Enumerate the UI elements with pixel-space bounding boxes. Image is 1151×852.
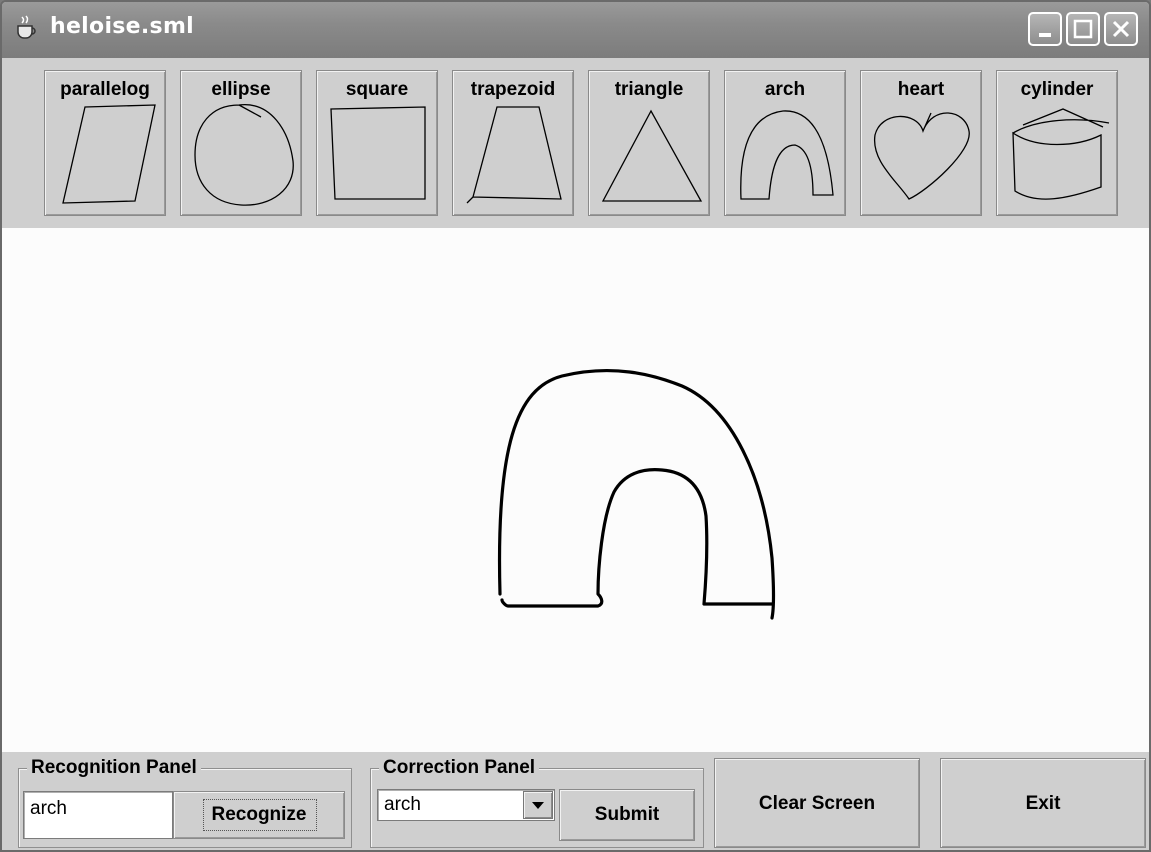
parallelogram-shape-icon [62, 104, 156, 204]
template-toolbar: parallelog ellipse square trapezoid tria… [2, 58, 1149, 228]
chevron-down-icon [532, 802, 544, 809]
template-trapezoid-button[interactable]: trapezoid [452, 70, 574, 216]
clear-screen-label: Clear Screen [758, 793, 876, 814]
app-window: heloise.sml parallelog ellipse square tr… [0, 0, 1151, 852]
close-button[interactable] [1104, 12, 1138, 46]
template-cylinder-button[interactable]: cylinder [996, 70, 1118, 216]
recognition-result-field[interactable]: arch [23, 791, 173, 839]
title-bar[interactable]: heloise.sml [2, 2, 1149, 58]
dropdown-arrow-button[interactable] [523, 791, 553, 819]
clear-screen-button[interactable]: Clear Screen [714, 758, 920, 848]
maximize-icon [1073, 19, 1093, 39]
template-parallelogram-button[interactable]: parallelog [44, 70, 166, 216]
arch-shape-icon [740, 110, 834, 200]
correction-selected-value: arch [384, 794, 421, 815]
recognition-panel: Recognition Panel arch Recognize [18, 757, 352, 848]
template-arch-button[interactable]: arch [724, 70, 846, 216]
ellipse-shape-icon [194, 104, 294, 206]
submit-button[interactable]: Submit [559, 789, 695, 841]
heart-shape-icon [874, 112, 970, 200]
arch-sketch [497, 368, 776, 620]
close-icon [1112, 20, 1130, 38]
exit-button[interactable]: Exit [940, 758, 1146, 848]
exit-label: Exit [1025, 793, 1061, 814]
triangle-shape-icon [601, 109, 703, 202]
square-shape-icon [330, 106, 426, 200]
minimize-icon [1039, 33, 1051, 37]
cylinder-shape-icon [1012, 108, 1110, 200]
template-square-button[interactable]: square [316, 70, 438, 216]
trapezoid-shape-icon [466, 106, 562, 204]
recognition-panel-title: Recognition Panel [27, 757, 201, 779]
minimize-button[interactable] [1028, 12, 1062, 46]
recognize-button[interactable]: Recognize [173, 791, 345, 839]
submit-label: Submit [594, 804, 660, 825]
bottom-panel: Recognition Panel arch Recognize Correct… [2, 752, 1149, 850]
template-ellipse-button[interactable]: ellipse [180, 70, 302, 216]
template-heart-button[interactable]: heart [860, 70, 982, 216]
correction-panel-title: Correction Panel [379, 757, 540, 779]
correction-panel: Correction Panel arch Submit [370, 757, 704, 848]
template-triangle-button[interactable]: triangle [588, 70, 710, 216]
maximize-button[interactable] [1066, 12, 1100, 46]
window-title: heloise.sml [50, 14, 195, 39]
java-cup-icon [17, 15, 36, 39]
recognize-label: Recognize [211, 804, 307, 825]
drawing-canvas[interactable] [2, 228, 1149, 752]
